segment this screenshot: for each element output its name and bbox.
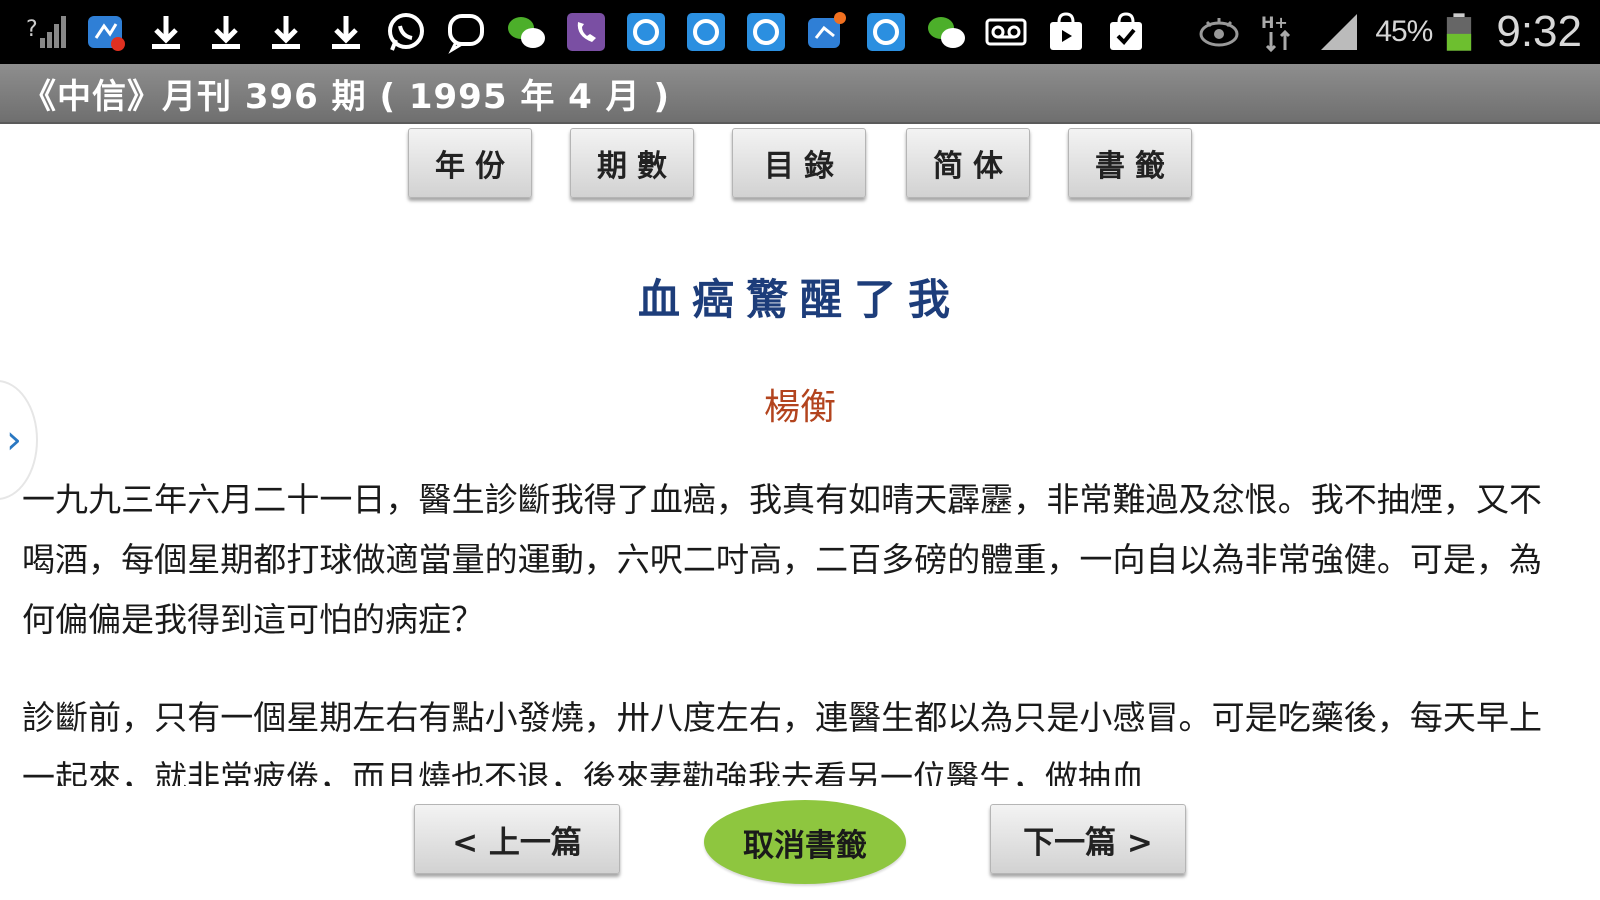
task-bag-icon [1102, 8, 1150, 56]
viber-icon [562, 8, 610, 56]
voicemail-icon [982, 8, 1030, 56]
notification-app-icon [82, 8, 130, 56]
data-transfer-icon: H+ [1255, 8, 1303, 56]
article-author: 楊衡 [763, 387, 836, 428]
article-body[interactable]: 一九九三年六月二十一日，醫生診斷我得了血癌，我真有如晴天霹靂，非常難過及忿恨。我… [22, 470, 1542, 786]
next-article-button[interactable]: 下一篇 > [990, 804, 1186, 874]
download-icon [322, 8, 370, 56]
table-of-contents-button[interactable]: 目錄 [732, 128, 866, 198]
year-button[interactable]: 年份 [408, 128, 532, 198]
signal-strength-icon [1315, 8, 1363, 56]
svg-text:H+: H+ [1261, 13, 1288, 32]
simplified-chinese-button[interactable]: 简体 [906, 128, 1030, 198]
previous-article-button[interactable]: < 上一篇 [414, 804, 620, 874]
download-icon [142, 8, 190, 56]
app-icon [862, 8, 910, 56]
wechat-icon [502, 8, 550, 56]
notification-app-icon [802, 8, 850, 56]
clock: 9:32 [1496, 7, 1582, 56]
article-paragraph: 診斷前，只有一個星期左右有點小發燒，卅八度左右，連醫生都以為只是小感冒。可是吃藥… [22, 698, 1542, 786]
battery-percent: 45% [1375, 15, 1433, 48]
bookmarks-button[interactable]: 書籤 [1068, 128, 1192, 198]
app-icon [622, 8, 670, 56]
chat-bubble-icon [442, 8, 490, 56]
unknown-signal-icon: ? [22, 8, 70, 56]
wechat-icon [922, 8, 970, 56]
download-icon [202, 8, 250, 56]
system-indicators: H+ 45% 9:32 [1195, 0, 1582, 64]
status-bar: ? H+ 45% 9:32 [0, 0, 1600, 64]
toolbar: 年份 期數 目錄 简体 書籤 [0, 128, 1600, 202]
app-icon [742, 8, 790, 56]
svg-text:?: ? [26, 17, 38, 42]
cancel-bookmark-button[interactable]: 取消書籤 [704, 800, 906, 884]
article-title: 血癌驚醒了我 [637, 275, 962, 324]
whatsapp-icon [382, 8, 430, 56]
download-icon [262, 8, 310, 56]
store-bag-icon [1042, 8, 1090, 56]
issue-number-button[interactable]: 期數 [570, 128, 694, 198]
eye-icon [1195, 8, 1243, 56]
notification-icons: ? [0, 0, 1150, 64]
title-bar: 《中信》月刊 396 期 ( 1995 年 4 月 ) [0, 64, 1600, 124]
issue-title: 《中信》月刊 396 期 ( 1995 年 4 月 ) [22, 76, 671, 117]
battery-icon [1444, 8, 1474, 56]
article-paragraph: 一九九三年六月二十一日，醫生診斷我得了血癌，我真有如晴天霹靂，非常難過及忿恨。我… [22, 480, 1542, 639]
app-icon [682, 8, 730, 56]
